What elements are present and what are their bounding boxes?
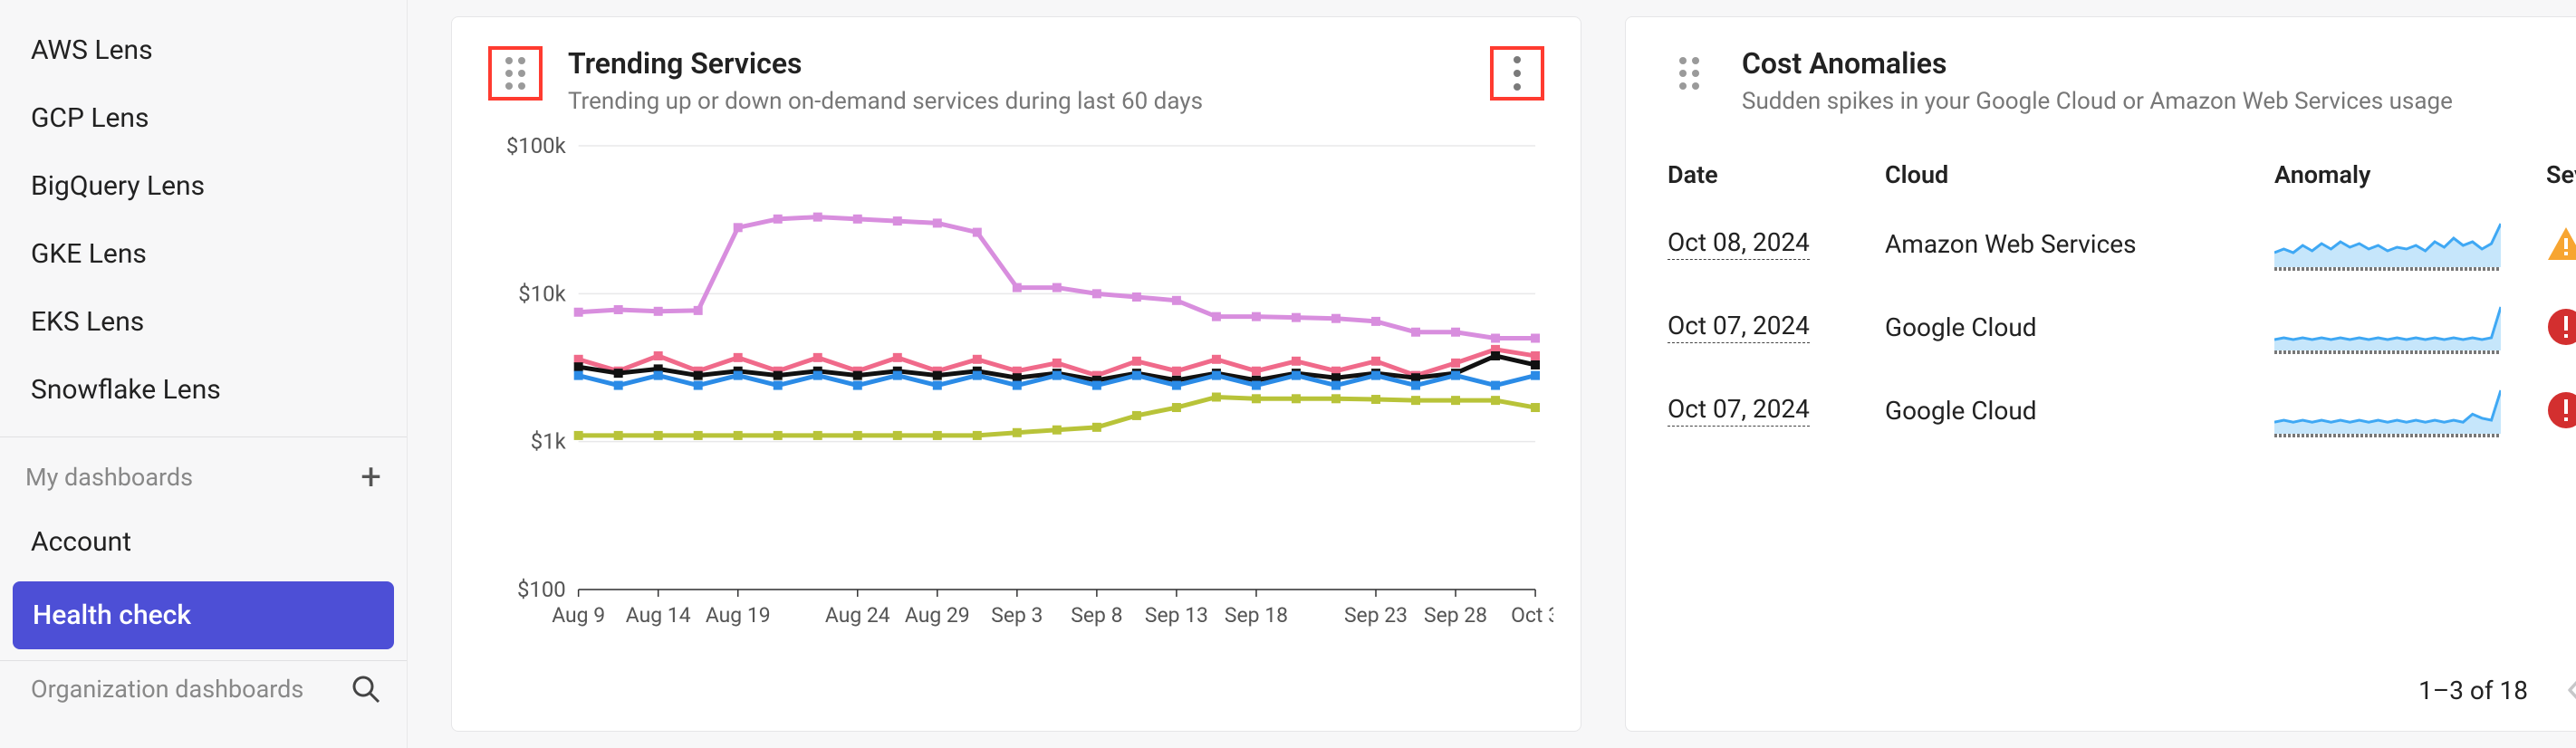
critical-icon <box>2546 307 2576 347</box>
col-severity: Severity <box>2546 160 2576 189</box>
anomaly-sparkline <box>2274 303 2501 350</box>
search-icon[interactable] <box>351 674 381 705</box>
svg-text:Sep 28: Sep 28 <box>1424 603 1487 628</box>
col-anomaly: Anomaly <box>2274 160 2537 189</box>
card-subtitle: Sudden spikes in your Google Cloud or Am… <box>1742 88 2576 115</box>
anomaly-date[interactable]: Oct 07, 2024 <box>1668 311 1810 343</box>
pager-range: 1–3 of 18 <box>2418 676 2528 705</box>
pager-prev-icon[interactable] <box>2561 675 2576 705</box>
svg-text:Sep 3: Sep 3 <box>991 603 1043 628</box>
sidebar-item-health-check[interactable]: Health check <box>13 581 394 649</box>
sidebar-item-aws-lens[interactable]: AWS Lens <box>0 16 407 84</box>
card-title: Trending Services <box>568 46 1465 81</box>
card-titles: Trending Services Trending up or down on… <box>568 46 1465 115</box>
sidebar-lens-section: AWS Lens GCP Lens BigQuery Lens GKE Lens… <box>0 0 407 424</box>
sidebar-section-label: Organization dashboards <box>31 675 303 704</box>
anomaly-date[interactable]: Oct 08, 2024 <box>1668 227 1810 260</box>
more-menu-icon[interactable] <box>1490 46 1544 101</box>
trending-chart: $100 $1k $10k $100k Aug 9 Aug 14 Aug 19 Aug 24 A… <box>452 137 1581 731</box>
col-cloud: Cloud <box>1885 160 2265 189</box>
drag-handle-icon[interactable] <box>488 46 543 101</box>
svg-text:$100k: $100k <box>506 137 567 158</box>
svg-text:Aug 9: Aug 9 <box>552 603 605 628</box>
cost-anomalies-card: Cost Anomalies Sudden spikes in your Goo… <box>1625 16 2576 732</box>
anomaly-cloud: Google Cloud <box>1885 312 2265 342</box>
anomaly-severity <box>2546 307 2576 347</box>
anomaly-sparkline <box>2274 387 2501 434</box>
sidebar-section-my-dashboards: My dashboards + <box>0 437 407 508</box>
drag-handle-icon[interactable] <box>1662 46 1716 101</box>
anomalies-table: Date Cloud Anomaly Severity Oct 08, 2024… <box>1626 137 2576 731</box>
sidebar-section-org-dashboards[interactable]: Organization dashboards <box>0 660 407 717</box>
svg-text:Sep 8: Sep 8 <box>1071 603 1122 628</box>
sidebar-item-account[interactable]: Account <box>0 508 407 576</box>
table-pager: 1–3 of 18 <box>1668 653 2576 731</box>
anomaly-severity <box>2546 224 2576 264</box>
card-header: Cost Anomalies Sudden spikes in your Goo… <box>1626 17 2576 137</box>
svg-text:Aug 29: Aug 29 <box>905 603 970 628</box>
svg-text:Sep 23: Sep 23 <box>1344 603 1408 628</box>
anomaly-sparkline <box>2274 220 2501 267</box>
sidebar-item-eks-lens[interactable]: EKS Lens <box>0 288 407 356</box>
svg-text:Aug 19: Aug 19 <box>706 603 771 628</box>
trending-services-card: Trending Services Trending up or down on… <box>451 16 1581 732</box>
table-row[interactable]: Oct 08, 2024 Amazon Web Services <box>1668 202 2576 285</box>
card-title: Cost Anomalies <box>1742 46 2576 81</box>
warning-icon <box>2546 224 2576 264</box>
card-titles: Cost Anomalies Sudden spikes in your Goo… <box>1742 46 2576 115</box>
table-row[interactable]: Oct 07, 2024 Google Cloud <box>1668 369 2576 452</box>
anomaly-severity <box>2546 390 2576 430</box>
svg-text:$10k: $10k <box>518 281 566 306</box>
svg-text:Sep 18: Sep 18 <box>1225 603 1288 628</box>
anomaly-cloud: Amazon Web Services <box>1885 229 2265 259</box>
svg-text:Aug 24: Aug 24 <box>825 603 890 628</box>
card-header: Trending Services Trending up or down on… <box>452 17 1581 137</box>
sidebar-item-gke-lens[interactable]: GKE Lens <box>0 220 407 288</box>
table-header-row: Date Cloud Anomaly Severity <box>1668 144 2576 202</box>
sidebar-item-bigquery-lens[interactable]: BigQuery Lens <box>0 152 407 220</box>
sidebar: AWS Lens GCP Lens BigQuery Lens GKE Lens… <box>0 0 408 748</box>
sidebar-item-gcp-lens[interactable]: GCP Lens <box>0 84 407 152</box>
table-row[interactable]: Oct 07, 2024 Google Cloud <box>1668 285 2576 369</box>
anomaly-date[interactable]: Oct 07, 2024 <box>1668 394 1810 427</box>
svg-text:$100: $100 <box>517 577 566 602</box>
card-subtitle: Trending up or down on-demand services d… <box>568 88 1465 115</box>
svg-text:Oct 3: Oct 3 <box>1511 603 1553 628</box>
svg-text:Aug 14: Aug 14 <box>626 603 691 628</box>
svg-text:$1k: $1k <box>531 429 567 455</box>
sidebar-section-label: My dashboards <box>25 463 193 492</box>
sidebar-item-snowflake-lens[interactable]: Snowflake Lens <box>0 356 407 424</box>
critical-icon <box>2546 390 2576 430</box>
anomaly-cloud: Google Cloud <box>1885 396 2265 426</box>
dashboard-main: Trending Services Trending up or down on… <box>408 0 2576 748</box>
svg-text:Sep 13: Sep 13 <box>1145 603 1208 628</box>
col-date: Date <box>1668 160 1876 189</box>
